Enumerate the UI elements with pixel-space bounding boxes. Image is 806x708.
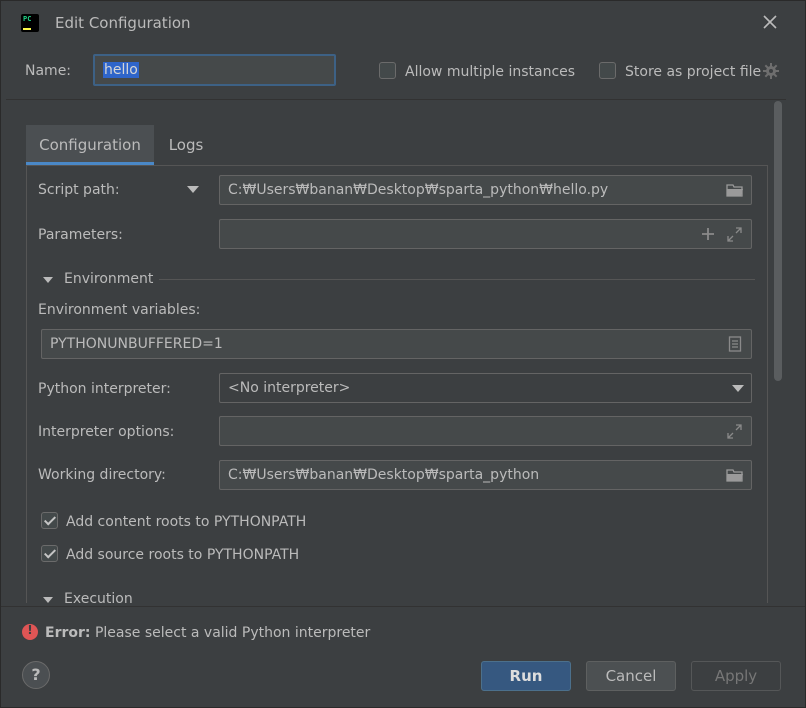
expand-icon[interactable]	[727, 424, 742, 439]
gear-icon[interactable]	[763, 63, 779, 79]
script-path-type-dropdown[interactable]	[187, 186, 199, 193]
python-interpreter-select[interactable]: <No interpreter>	[219, 373, 752, 403]
working-directory-field[interactable]: C:₩Users₩banan₩Desktop₩sparta_python	[219, 460, 752, 490]
environment-variables-label: Environment variables:	[38, 302, 201, 318]
vertical-scrollbar[interactable]	[774, 101, 782, 381]
error-message: Error: Please select a valid Python inte…	[45, 625, 370, 641]
help-button[interactable]: ?	[22, 661, 50, 689]
environment-variables-field[interactable]: PYTHONUNBUFFERED=1	[41, 329, 752, 359]
script-path-label: Script path:	[38, 182, 120, 198]
python-interpreter-value: <No interpreter>	[228, 380, 351, 396]
expand-icon[interactable]	[727, 227, 742, 242]
edit-configuration-dialog: PC Edit Configuration Name: hello Allow …	[0, 0, 806, 708]
error-text: Please select a valid Python interpreter	[90, 625, 371, 641]
allow-multiple-instances-label: Allow multiple instances	[405, 64, 576, 80]
folder-icon[interactable]	[726, 468, 744, 482]
interpreter-options-label: Interpreter options:	[38, 424, 175, 440]
working-directory-value: C:₩Users₩banan₩Desktop₩sparta_python	[228, 467, 540, 483]
environment-variables-value: PYTHONUNBUFFERED=1	[50, 336, 223, 352]
add-content-roots-label: Add content roots to PYTHONPATH	[66, 514, 307, 530]
title-bar: PC Edit Configuration	[1, 1, 805, 45]
execution-section-title: Execution	[64, 591, 133, 603]
plus-icon[interactable]	[701, 227, 715, 241]
error-prefix: Error:	[45, 625, 91, 641]
name-input[interactable]: hello	[93, 54, 336, 86]
run-button[interactable]: Run	[481, 661, 571, 691]
tab-logs[interactable]: Logs	[154, 125, 218, 165]
environment-section-title: Environment	[64, 271, 154, 287]
environment-separator	[159, 279, 755, 280]
add-source-roots-checkbox[interactable]	[41, 545, 58, 562]
script-path-value: C:₩Users₩banan₩Desktop₩sparta_python₩hel…	[228, 182, 609, 198]
allow-multiple-instances-checkbox[interactable]	[379, 62, 396, 79]
script-path-field[interactable]: C:₩Users₩banan₩Desktop₩sparta_python₩hel…	[219, 175, 752, 205]
pycharm-icon: PC	[21, 14, 39, 32]
add-content-roots-checkbox[interactable]	[41, 512, 58, 529]
execution-section-clip: Execution	[27, 589, 767, 603]
parameters-label: Parameters:	[38, 227, 123, 243]
environment-collapse-icon[interactable]	[43, 277, 53, 283]
working-directory-label: Working directory:	[38, 467, 166, 483]
cancel-button[interactable]: Cancel	[586, 661, 676, 691]
store-as-project-file-label: Store as project file	[625, 64, 762, 80]
python-interpreter-label: Python interpreter:	[38, 381, 171, 397]
folder-icon[interactable]	[726, 183, 744, 197]
tab-configuration[interactable]: Configuration	[26, 125, 154, 165]
interpreter-options-field[interactable]	[219, 416, 752, 446]
parameters-field[interactable]	[219, 219, 752, 249]
store-as-project-file-checkbox[interactable]	[599, 62, 616, 79]
close-icon[interactable]	[761, 13, 779, 31]
add-source-roots-label: Add source roots to PYTHONPATH	[66, 547, 300, 563]
error-icon	[22, 623, 38, 640]
footer-separator	[1, 606, 805, 607]
pycharm-icon-text: PC	[23, 15, 32, 23]
execution-collapse-icon[interactable]	[43, 597, 53, 603]
name-input-value: hello	[103, 62, 139, 78]
chevron-down-icon[interactable]	[732, 385, 744, 392]
document-icon[interactable]	[728, 336, 742, 352]
dialog-title: Edit Configuration	[55, 14, 191, 32]
name-label: Name:	[25, 63, 72, 79]
apply-button[interactable]: Apply	[691, 661, 781, 691]
